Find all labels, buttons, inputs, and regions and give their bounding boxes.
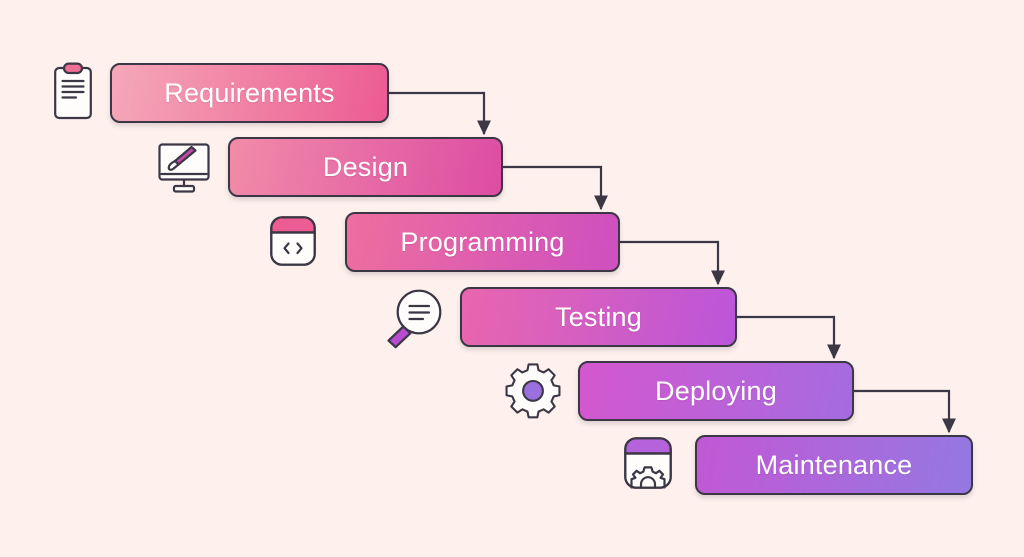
- magnifier-icon: [385, 288, 447, 350]
- waterfall-diagram: Requirements Design Programming Testing Depl…: [0, 0, 1024, 557]
- clipboard-icon: [52, 60, 94, 124]
- connector-testing-to-deploying: [737, 315, 841, 360]
- stage-box-requirements[interactable]: Requirements: [110, 63, 389, 123]
- stage-label-programming: Programming: [400, 226, 565, 257]
- stage-label-design: Design: [322, 151, 409, 182]
- stage-box-deploying[interactable]: Deploying: [578, 361, 854, 421]
- app-maintenance-icon: [623, 436, 673, 490]
- connector-requirements-to-design: [389, 91, 491, 136]
- stage-box-programming[interactable]: Programming: [345, 212, 620, 272]
- connector-programming-to-testing: [620, 240, 725, 286]
- stage-label-maintenance: Maintenance: [755, 449, 913, 480]
- stage-box-testing[interactable]: Testing: [460, 287, 737, 347]
- code-brackets-icon: [269, 215, 317, 267]
- stage-box-maintenance[interactable]: Maintenance: [695, 435, 973, 495]
- connector-design-to-programming: [503, 165, 608, 211]
- stage-box-design[interactable]: Design: [228, 137, 503, 197]
- connector-deploying-to-maintenance: [854, 389, 956, 434]
- stage-label-deploying: Deploying: [655, 375, 777, 406]
- stage-label-requirements: Requirements: [164, 77, 335, 108]
- stage-label-testing: Testing: [555, 301, 642, 332]
- gear-icon: [504, 362, 562, 420]
- monitor-paintbrush-icon: [157, 142, 211, 194]
